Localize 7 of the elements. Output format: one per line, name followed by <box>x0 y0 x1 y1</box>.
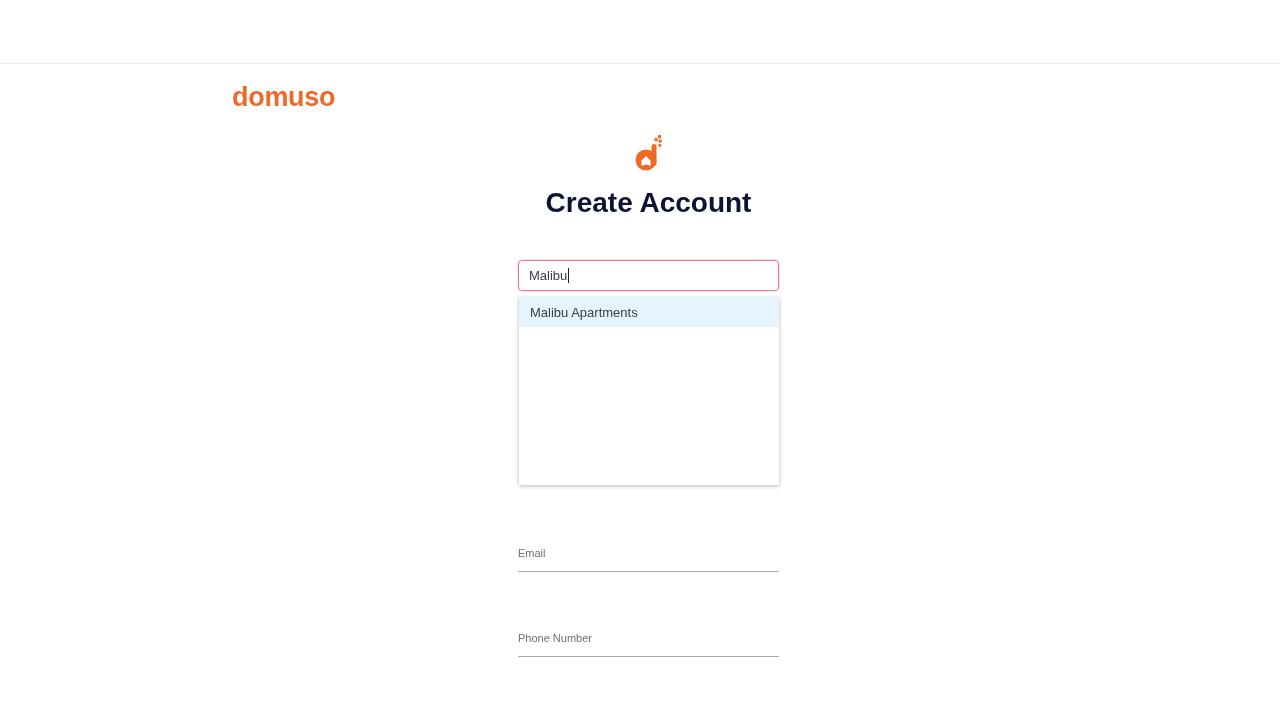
house-letter-d-icon <box>634 135 663 171</box>
suggestion-option[interactable]: Malibu Apartments <box>519 297 779 327</box>
search-field[interactable]: Malibu <box>518 260 779 291</box>
text-cursor-icon <box>568 268 570 283</box>
text-field[interactable]: Phone Number <box>518 625 779 657</box>
text-field[interactable]: Email <box>518 540 779 572</box>
page-title: Create Account <box>544 186 753 220</box>
